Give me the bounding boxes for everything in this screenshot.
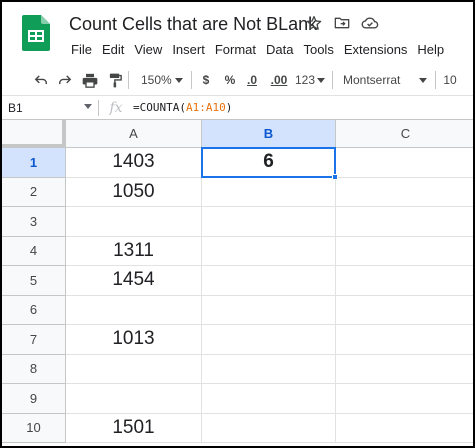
toolbar-divider [128, 71, 129, 89]
menu-insert[interactable]: Insert [167, 40, 210, 59]
cell-c10[interactable] [336, 414, 473, 443]
print-icon[interactable] [82, 68, 98, 92]
row-header[interactable]: 8 [2, 354, 66, 384]
cell-b9[interactable] [202, 384, 336, 414]
row-header[interactable]: 7 [2, 325, 66, 355]
chevron-down-icon[interactable] [417, 68, 429, 92]
cell-c6[interactable] [336, 296, 473, 325]
cell-c5[interactable] [336, 266, 473, 296]
menu-view[interactable]: View [129, 40, 167, 59]
name-box-value: B1 [8, 100, 23, 115]
column-header-c[interactable]: C [336, 120, 473, 148]
formula-close: ) [225, 101, 233, 114]
menu-bar: File Edit View Insert Format Data Tools … [66, 40, 449, 59]
decrease-decimal-button[interactable]: .0 [242, 68, 262, 92]
cell-b7[interactable] [202, 325, 336, 355]
cell-a8[interactable] [66, 354, 202, 384]
row-header[interactable]: 5 [2, 266, 66, 296]
cell-a1[interactable]: 1403 [66, 148, 202, 178]
cell-b3[interactable] [202, 207, 336, 237]
cell-b6[interactable] [202, 295, 336, 325]
cell-b8[interactable] [202, 354, 336, 384]
paint-format-icon[interactable] [108, 68, 122, 92]
row-header[interactable]: 6 [2, 295, 66, 325]
toolbar-divider [435, 71, 436, 89]
fill-handle[interactable] [332, 173, 338, 180]
row-header[interactable]: 2 [2, 177, 66, 207]
currency-format-button[interactable]: $ [198, 68, 214, 92]
row-header[interactable]: 3 [2, 207, 66, 237]
zoom-value: 150% [141, 73, 172, 87]
row-header[interactable]: 9 [2, 384, 66, 414]
cell-a5[interactable]: 1454 [66, 266, 202, 296]
menu-help[interactable]: Help [412, 40, 449, 59]
fx-icon: fx [109, 99, 123, 116]
cloud-status-icon[interactable] [361, 14, 379, 32]
menu-tools[interactable]: Tools [298, 40, 338, 59]
cell-c8[interactable] [336, 355, 473, 384]
font-select[interactable]: Montserrat [339, 68, 417, 92]
chevron-down-icon[interactable] [84, 104, 92, 109]
name-box[interactable]: B1 [2, 96, 98, 119]
redo-icon[interactable] [58, 68, 72, 92]
cell-a3[interactable] [66, 207, 202, 237]
row-header[interactable]: 10 [2, 413, 66, 443]
cell-a9[interactable] [66, 384, 202, 414]
cell-b2[interactable] [202, 177, 336, 207]
cell-b4[interactable] [202, 236, 336, 266]
cell-b5[interactable] [202, 266, 336, 296]
row-header[interactable]: 4 [2, 236, 66, 266]
cell-c3[interactable] [336, 207, 473, 237]
menu-edit[interactable]: Edit [97, 40, 129, 59]
app-window: Count Cells that are Not BLank File Edit… [2, 2, 473, 446]
zoom-select[interactable]: 150% [135, 68, 173, 92]
menu-extensions[interactable]: Extensions [339, 40, 413, 59]
font-size-input[interactable]: 10 [442, 68, 458, 92]
cell-c9[interactable] [336, 384, 473, 414]
formula-input[interactable]: =COUNTA(A1:A10) [133, 101, 232, 114]
column-header-a[interactable]: A [66, 120, 202, 148]
column-header-b[interactable]: B [202, 120, 336, 148]
formula-bar: B1 fx =COUNTA(A1:A10) [2, 95, 473, 119]
toolbar-divider [332, 71, 333, 89]
cell-a2[interactable]: 1050 [66, 177, 202, 207]
row-header[interactable]: 1 [2, 148, 66, 178]
menu-data[interactable]: Data [261, 40, 298, 59]
cell-c1[interactable] [336, 148, 473, 178]
undo-icon[interactable] [34, 68, 48, 92]
star-icon[interactable] [305, 14, 323, 32]
font-name: Montserrat [343, 73, 401, 87]
cell-a4[interactable]: 1311 [66, 236, 202, 266]
sheets-logo-icon[interactable] [22, 15, 50, 51]
toolbar-divider [191, 71, 192, 89]
cell-b10[interactable] [202, 413, 336, 443]
menu-file[interactable]: File [66, 40, 97, 59]
formula-range: A1:A10 [185, 101, 226, 114]
cell-c7[interactable] [336, 325, 473, 355]
increase-decimal-button[interactable]: .00 [266, 68, 292, 92]
cell-a7[interactable]: 1013 [66, 325, 202, 355]
chevron-down-icon[interactable] [316, 68, 326, 92]
menu-format[interactable]: Format [210, 40, 261, 59]
formula-function: =COUNTA( [133, 101, 186, 114]
cell-a6[interactable] [66, 295, 202, 325]
cell-c4[interactable] [336, 237, 473, 266]
chevron-down-icon[interactable] [173, 68, 185, 92]
cell-a10[interactable]: 1501 [66, 413, 202, 443]
toolbar: 150% $ % .0 .00 123 Montserrat 10 [2, 66, 473, 94]
percent-format-button[interactable]: % [220, 68, 240, 92]
select-all-corner[interactable] [2, 120, 66, 148]
spreadsheet-grid: A B C 1 1403 6 2 1050 3 4 1311 5 1454 6 7 1013 8 9 10 1501 [2, 119, 473, 446]
document-title[interactable]: Count Cells that are Not BLank [69, 14, 317, 35]
cell-c2[interactable] [336, 178, 473, 207]
more-formats-button[interactable]: 123 [294, 68, 316, 92]
cell-b1[interactable]: 6 [202, 148, 336, 178]
move-folder-icon[interactable] [333, 14, 351, 32]
